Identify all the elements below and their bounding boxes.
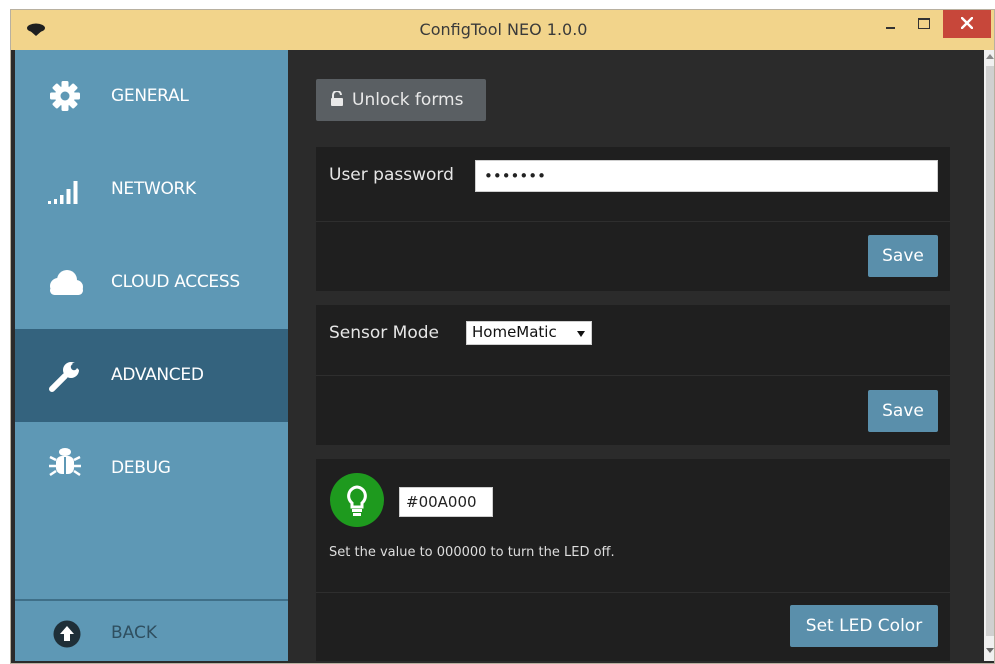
main-content: Unlock forms User password ••••••• Save … bbox=[288, 50, 984, 661]
back-label: BACK bbox=[111, 623, 158, 643]
sidebar: GENERAL NETWORK CLOUD ACCESS ADVANCED DE… bbox=[15, 50, 288, 661]
sidebar-item-label: ADVANCED bbox=[111, 365, 204, 385]
led-preview bbox=[330, 473, 384, 527]
maximize-button[interactable] bbox=[908, 10, 938, 38]
title-bar[interactable]: ConfigTool NEO 1.0.0 bbox=[11, 10, 994, 50]
sidebar-item-general[interactable]: GENERAL bbox=[15, 50, 288, 143]
password-panel: User password ••••••• Save bbox=[316, 147, 950, 291]
signal-bars-icon bbox=[48, 181, 78, 204]
panel-divider bbox=[316, 592, 950, 593]
user-password-field[interactable]: ••••••• bbox=[475, 160, 938, 192]
minimize-button[interactable] bbox=[875, 10, 905, 38]
close-icon bbox=[961, 17, 973, 29]
scroll-up-arrow-icon[interactable] bbox=[986, 54, 994, 59]
scroll-down-arrow-icon[interactable] bbox=[986, 648, 994, 653]
sidebar-item-advanced[interactable]: ADVANCED bbox=[15, 329, 288, 422]
unlock-icon bbox=[331, 91, 343, 106]
sensor-mode-value: HomeMatic bbox=[472, 323, 557, 341]
save-sensor-mode-button[interactable]: Save bbox=[868, 390, 938, 432]
unlock-forms-label: Unlock forms bbox=[352, 90, 464, 110]
user-password-label: User password bbox=[329, 165, 454, 185]
sidebar-item-back[interactable]: BACK bbox=[15, 601, 288, 661]
sensor-mode-select[interactable]: HomeMatic bbox=[466, 321, 592, 345]
dropdown-arrow-icon bbox=[577, 331, 585, 337]
save-password-button[interactable]: Save bbox=[868, 235, 938, 277]
sidebar-item-debug[interactable]: DEBUG bbox=[15, 422, 288, 515]
led-panel: #00A000 Set the value to 000000 to turn … bbox=[316, 459, 950, 661]
vertical-scrollbar[interactable] bbox=[984, 50, 994, 661]
arrow-up-circle-icon bbox=[53, 620, 81, 648]
wrench-icon bbox=[49, 362, 79, 392]
sidebar-item-label: NETWORK bbox=[111, 179, 196, 199]
set-led-color-button[interactable]: Set LED Color bbox=[790, 605, 938, 647]
gear-icon bbox=[50, 81, 80, 111]
cloud-icon bbox=[50, 270, 83, 295]
sidebar-item-label: CLOUD ACCESS bbox=[111, 272, 240, 292]
sensor-panel: Sensor Mode HomeMatic Save bbox=[316, 305, 950, 445]
led-color-input[interactable]: #00A000 bbox=[399, 487, 493, 517]
panel-divider bbox=[316, 375, 950, 376]
panel-divider bbox=[316, 221, 950, 222]
unlock-forms-button[interactable]: Unlock forms bbox=[316, 79, 486, 121]
close-button[interactable] bbox=[943, 10, 991, 38]
lightbulb-icon bbox=[347, 485, 367, 516]
sidebar-item-cloud-access[interactable]: CLOUD ACCESS bbox=[15, 236, 288, 329]
sidebar-item-network[interactable]: NETWORK bbox=[15, 143, 288, 236]
sidebar-item-label: DEBUG bbox=[111, 458, 171, 478]
scroll-thumb[interactable] bbox=[986, 66, 994, 636]
bug-icon bbox=[49, 448, 81, 477]
sensor-mode-label: Sensor Mode bbox=[329, 323, 439, 343]
sidebar-item-label: GENERAL bbox=[111, 86, 189, 106]
led-hint-text: Set the value to 000000 to turn the LED … bbox=[329, 545, 615, 560]
app-window: ConfigTool NEO 1.0.0 GENERAL NETWORK CLO… bbox=[10, 9, 995, 664]
window-title: ConfigTool NEO 1.0.0 bbox=[419, 20, 588, 39]
